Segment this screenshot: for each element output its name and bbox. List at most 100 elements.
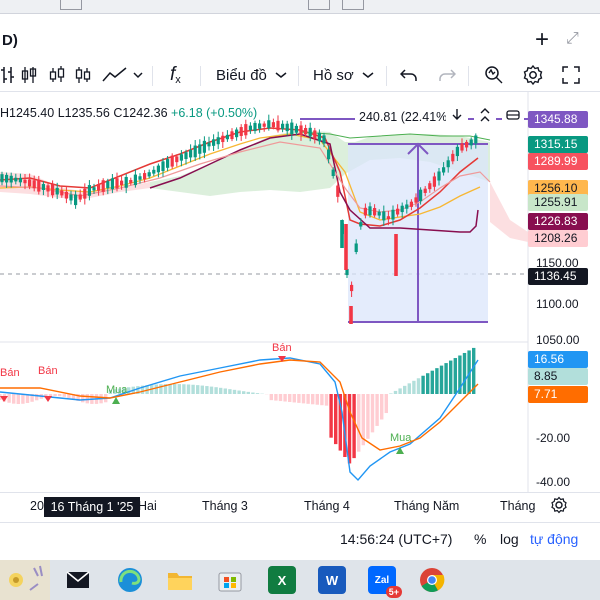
chart-type-dropdown[interactable]: Biểu đồ (216, 64, 289, 86)
fullscreen-icon[interactable] (562, 64, 580, 86)
candle-body (409, 201, 413, 207)
candle-body (336, 185, 340, 197)
macd-histogram-bar (205, 386, 209, 394)
indicators-button[interactable]: fx (170, 64, 181, 86)
store-icon[interactable] (216, 566, 244, 594)
candle-body (74, 194, 78, 206)
candle-body (386, 216, 390, 220)
macd-histogram-bar (334, 394, 338, 445)
scroll-down-icon[interactable] (446, 104, 468, 126)
macd-blue-line (0, 357, 479, 482)
settings-gear-icon[interactable] (522, 64, 544, 86)
browser-top-strip (0, 0, 600, 14)
candle-body (331, 169, 335, 177)
candle-body (32, 180, 36, 189)
sell-signal-icon-2 (44, 396, 52, 402)
maximize-pane-icon[interactable] (502, 104, 524, 126)
macd-histogram-bar (403, 385, 407, 394)
macd-histogram-bar (283, 394, 287, 402)
add-icon[interactable]: + (535, 26, 549, 54)
tab-icon[interactable] (60, 0, 82, 10)
macd-histogram-bar (246, 391, 250, 394)
candle-body (23, 179, 27, 184)
desktop-thumbnail-icon[interactable] (0, 560, 50, 600)
candle-body (281, 123, 285, 130)
hollow-candle-icon[interactable] (48, 64, 66, 86)
candle-body (175, 156, 179, 163)
excel-icon[interactable]: X (268, 566, 296, 594)
candle-body (396, 208, 400, 215)
macd-histogram-bar (426, 373, 430, 394)
macd-histogram-bar (375, 394, 379, 426)
candle-body (60, 190, 64, 196)
collapse-icon[interactable] (474, 104, 496, 126)
candle-body (147, 172, 151, 177)
candle-body (474, 135, 478, 144)
chevron-down-icon (275, 72, 287, 78)
macd-histogram-bar (380, 394, 384, 420)
candle-body (359, 222, 363, 227)
candle-body (133, 174, 137, 186)
indicator-axis-tick: -40.00 (536, 475, 571, 489)
candle-body (69, 194, 73, 201)
ohlc-legend: H1245.40 L1235.56 C1242.36 +6.18 (+0.50%… (0, 106, 257, 120)
expand-icon[interactable]: ⤢ (566, 30, 579, 48)
price-label: 1226.83 (528, 213, 588, 230)
chrome-icon[interactable] (418, 566, 446, 594)
macd-histogram-bar (186, 384, 191, 394)
auto-scale-toggle[interactable]: tự động (530, 531, 578, 547)
chevron-down-icon[interactable] (132, 64, 144, 86)
candle-body (156, 165, 160, 173)
indicator-axis-tick: -20.00 (536, 431, 571, 445)
edge-browser-icon[interactable] (116, 566, 144, 594)
candle-body (317, 132, 321, 142)
chart-bottom-bar: 14:56:24 (UTC+7) % log tự động (0, 522, 600, 552)
candle-body (235, 129, 239, 138)
redo-icon[interactable] (438, 64, 456, 86)
window-icon[interactable] (342, 0, 364, 10)
word-icon[interactable]: W (318, 566, 346, 594)
clock-time[interactable]: 14:56:24 (UTC+7) (340, 531, 452, 547)
candle-body (465, 141, 469, 148)
candle-body (230, 131, 234, 140)
candle-body (110, 178, 114, 190)
candle-chart-icon[interactable] (20, 64, 38, 86)
candle-body (267, 120, 271, 129)
toolbar-divider (298, 66, 299, 86)
macd-histogram-bar (159, 384, 163, 394)
macd-histogram-bar (315, 394, 319, 405)
candle-body (350, 284, 354, 292)
hlc-candle-icon[interactable] (74, 64, 92, 86)
macd-histogram-bar (366, 394, 370, 439)
bar-chart-icon[interactable] (0, 64, 16, 86)
macd-histogram-bar (370, 394, 375, 433)
macd-histogram-bar (421, 375, 425, 394)
line-chart-icon[interactable] (102, 64, 128, 86)
ohlc-high: H1245.40 (0, 106, 55, 120)
file-explorer-icon[interactable] (166, 566, 194, 594)
profile-dropdown[interactable]: Hồ sơ (313, 64, 376, 86)
candle-body (51, 184, 55, 196)
candle-body (170, 155, 174, 167)
candle-body (299, 125, 303, 135)
settings-gear-icon[interactable] (550, 496, 568, 517)
mail-icon[interactable] (64, 566, 92, 594)
windows-taskbar: X W Zal 5+ (0, 560, 600, 600)
candle-body (400, 205, 404, 213)
toolbar-divider (152, 66, 153, 86)
zalo-icon[interactable]: Zal 5+ (368, 566, 402, 598)
log-toggle[interactable]: log (500, 531, 519, 547)
undo-icon[interactable] (400, 64, 418, 86)
macd-histogram-bar (255, 393, 260, 394)
layout-icon[interactable] (308, 0, 330, 10)
time-axis-label: 20 (30, 499, 44, 513)
quick-search-icon[interactable] (484, 64, 504, 86)
candle-body (202, 140, 206, 153)
macd-histogram-bar (177, 384, 181, 394)
price-chart[interactable]: Bán Bán Mua Bán Mua (0, 92, 600, 492)
candle-body (313, 130, 317, 139)
macd-histogram-bar (269, 394, 273, 401)
percent-toggle[interactable]: % (474, 531, 486, 547)
word-letter: W (325, 572, 339, 588)
candle-body (349, 306, 353, 324)
